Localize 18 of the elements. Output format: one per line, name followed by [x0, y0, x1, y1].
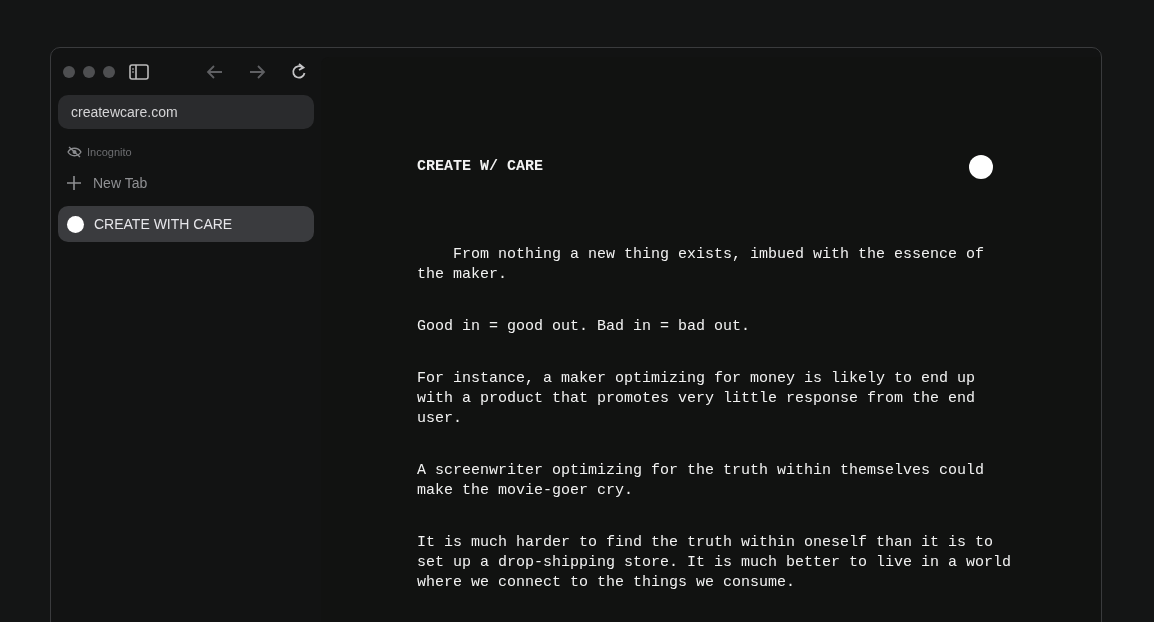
sidebar-toggle-icon[interactable] — [129, 64, 149, 80]
paragraph: For instance, a maker optimizing for money is likely to end up with a product that promotes very little response from the end user. — [417, 369, 977, 429]
paragraph: Good in = good out. Bad in = bad out. — [417, 317, 752, 337]
eye-slash-icon — [67, 146, 82, 158]
incognito-label: Incognito — [87, 146, 132, 158]
paragraph: From nothing a new thing exists, imbued with the essence of the maker. — [417, 245, 986, 285]
favicon-icon — [67, 215, 84, 233]
plus-icon[interactable] — [67, 176, 81, 190]
close-window-button[interactable] — [63, 66, 75, 78]
tab[interactable]: CREATE WITH CARE — [58, 206, 314, 242]
maximize-window-button[interactable] — [103, 66, 115, 78]
minimize-window-button[interactable] — [83, 66, 95, 78]
page-title: CREATE W/ CARE — [417, 157, 544, 177]
new-tab-button[interactable]: New Tab — [93, 175, 148, 191]
circle-icon — [969, 155, 993, 179]
paragraph: A screenwriter optimizing for the truth within themselves could make the movie-goer cry. — [417, 461, 986, 501]
address-bar[interactable]: createwcare.com — [58, 95, 314, 129]
paragraph: It is much harder to find the truth within oneself than it is to set up a drop-shipping store. It is much better to live in a world where we connect to the things we consume. — [417, 533, 1013, 593]
